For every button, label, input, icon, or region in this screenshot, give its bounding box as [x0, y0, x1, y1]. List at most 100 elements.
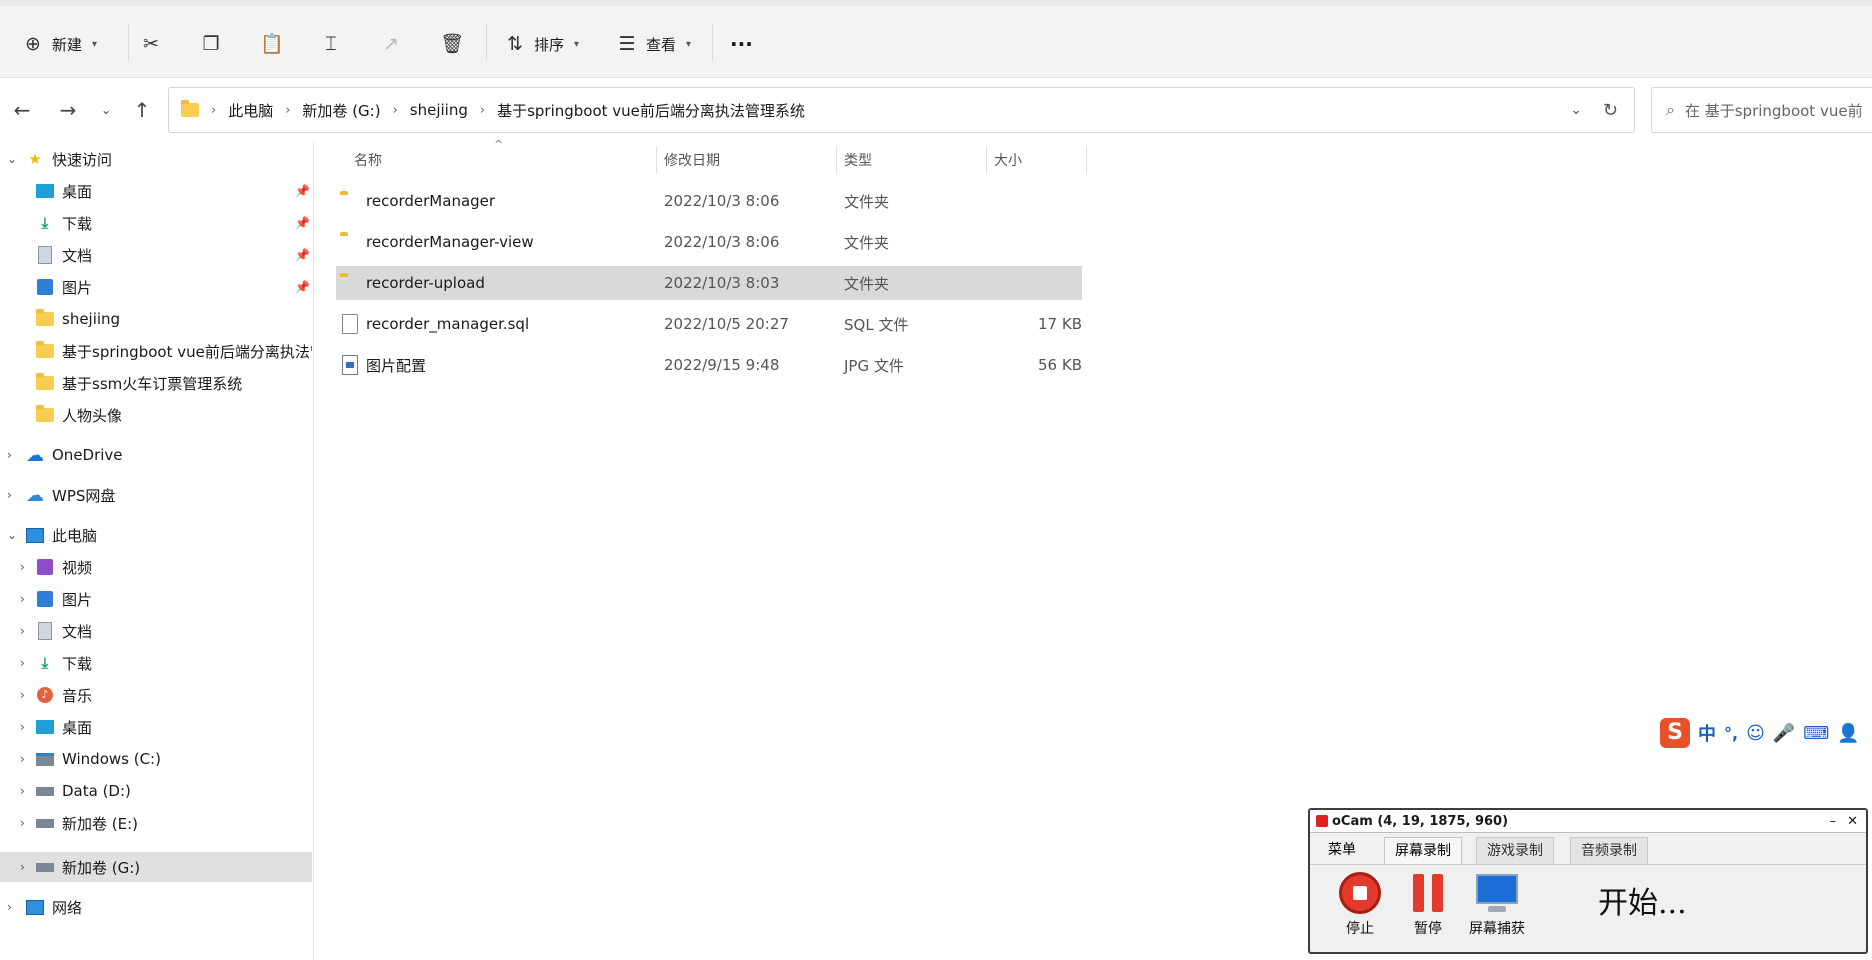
breadcrumb-this-pc[interactable]: 此电脑	[228, 100, 273, 121]
pin-icon[interactable]: 📌	[295, 280, 310, 294]
picture-icon	[36, 590, 54, 608]
sidebar-label: 下载	[62, 654, 93, 673]
punctuation-toggle[interactable]: °,	[1724, 724, 1738, 743]
column-header-name[interactable]: 名称	[354, 150, 382, 170]
delete-button[interactable]: 🗑	[440, 26, 464, 62]
sidebar-item-documents[interactable]: 文档 📌	[0, 240, 312, 270]
sidebar-label: 网络	[52, 898, 83, 917]
rename-button[interactable]: ⌶	[320, 26, 342, 62]
sidebar-item-pc-downloads[interactable]: › ⤓ 下载	[0, 648, 312, 678]
tab-audio-record[interactable]: 音频录制	[1570, 837, 1648, 865]
breadcrumb-drive-g[interactable]: 新加卷 (G:)	[302, 100, 380, 121]
folder-icon	[36, 309, 54, 328]
column-header-modified[interactable]: 修改日期	[664, 150, 720, 170]
minimize-icon[interactable]: –	[1830, 814, 1837, 829]
more-options-button[interactable]: ···	[730, 26, 753, 62]
up-button[interactable]: ↑	[128, 96, 156, 124]
sidebar-item-pictures[interactable]: 图片 📌	[0, 272, 312, 302]
sidebar-onedrive[interactable]: › ☁ OneDrive	[0, 440, 312, 470]
chevron-right-icon: ›	[211, 102, 217, 118]
recording-status: 开始...	[1598, 886, 1687, 921]
paste-button[interactable]: 📋	[260, 26, 284, 62]
back-button[interactable]: ←	[8, 96, 36, 124]
refresh-icon[interactable]: ↻	[1603, 100, 1618, 121]
sidebar-label: Windows (C:)	[62, 750, 161, 768]
close-icon[interactable]: ✕	[1847, 814, 1858, 829]
forward-button[interactable]: →	[54, 96, 82, 124]
pin-icon[interactable]: 📌	[295, 216, 310, 230]
sidebar-wps[interactable]: › ☁ WPS网盘	[0, 480, 312, 510]
copy-button[interactable]: ❐	[200, 26, 222, 62]
file-row[interactable]: recorder_manager.sql 2022/10/5 20:27 SQL…	[336, 307, 1082, 341]
sidebar-label: 音乐	[62, 686, 93, 705]
sidebar-quick-access[interactable]: ⌄ ★ 快速访问	[0, 144, 312, 174]
recent-locations-button[interactable]: ⌄	[92, 96, 120, 124]
wps-cloud-icon: ☁	[26, 484, 44, 506]
sidebar-item-downloads[interactable]: ⤓ 下载 📌	[0, 208, 312, 238]
file-date: 2022/10/3 8:06	[664, 233, 780, 251]
breadcrumb-current-folder[interactable]: 基于springboot vue前后端分离执法管理系统	[497, 100, 805, 121]
sidebar-item-pc-desktop[interactable]: › 桌面	[0, 712, 312, 742]
view-button[interactable]: ☰ 查看 ▾	[616, 26, 691, 62]
sidebar-network[interactable]: › 网络	[0, 892, 312, 922]
folder-icon	[36, 341, 54, 360]
sidebar-item-ssm-folder[interactable]: 基于ssm火车订票管理系统	[0, 368, 312, 398]
column-divider[interactable]	[986, 146, 987, 174]
ime-mode-toggle[interactable]: 中	[1698, 720, 1716, 746]
tab-screen-record[interactable]: 屏幕录制	[1384, 837, 1462, 865]
chevron-down-icon: ▾	[686, 38, 692, 50]
sogou-logo-icon[interactable]: S	[1660, 718, 1690, 748]
tab-menu[interactable]: 菜单	[1318, 837, 1366, 863]
chevron-right-icon: ›	[20, 592, 25, 606]
pin-icon[interactable]: 📌	[295, 248, 310, 262]
cut-button[interactable]: ✂	[140, 26, 162, 62]
sidebar-item-drive-c[interactable]: › Windows (C:)	[0, 744, 312, 774]
file-type: SQL 文件	[844, 315, 909, 334]
sidebar-item-music[interactable]: › ♪ 音乐	[0, 680, 312, 710]
column-header-size[interactable]: 大小	[994, 150, 1022, 170]
user-icon[interactable]: 👤	[1837, 723, 1859, 744]
sidebar-label: 新加卷 (G:)	[62, 858, 141, 877]
column-header-type[interactable]: 类型	[844, 150, 872, 170]
file-row[interactable]: recorder-upload 2022/10/3 8:03 文件夹	[336, 266, 1082, 300]
folder-icon	[181, 100, 199, 117]
column-divider[interactable]	[836, 146, 837, 174]
video-icon	[36, 558, 54, 576]
ocam-titlebar[interactable]: oCam (4, 19, 1875, 960) – ✕	[1310, 810, 1866, 833]
share-button[interactable]: ↗	[380, 26, 402, 62]
search-box[interactable]: ⌕ 在 基于springboot vue前	[1651, 87, 1872, 133]
emoji-icon[interactable]: ☺	[1746, 723, 1765, 744]
breadcrumb-shejiing[interactable]: shejiing	[410, 101, 468, 119]
sidebar-item-drive-g[interactable]: › 新加卷 (G:)	[0, 852, 312, 882]
plus-circle-icon: ⊕	[25, 33, 41, 55]
sidebar-item-pc-pictures[interactable]: › 图片	[0, 584, 312, 614]
column-divider[interactable]	[1086, 146, 1087, 174]
sidebar-item-pc-documents[interactable]: › 文档	[0, 616, 312, 646]
stop-button[interactable]: 停止	[1328, 872, 1392, 938]
file-row[interactable]: recorderManager-view 2022/10/3 8:06 文件夹	[336, 225, 1082, 259]
new-button[interactable]: ⊕ 新建 ▾	[22, 26, 97, 62]
file-row[interactable]: recorderManager 2022/10/3 8:06 文件夹	[336, 184, 1082, 218]
sidebar-item-avatar-folder[interactable]: 人物头像	[0, 400, 312, 430]
keyboard-icon[interactable]: ⌨	[1803, 723, 1829, 744]
tab-game-record[interactable]: 游戏录制	[1476, 837, 1554, 865]
sort-button[interactable]: ⇅ 排序 ▾	[504, 26, 579, 62]
sidebar-item-drive-d[interactable]: › Data (D:)	[0, 776, 312, 806]
microphone-icon[interactable]: 🎤	[1773, 723, 1795, 744]
pin-icon[interactable]: 📌	[295, 184, 310, 198]
address-bar[interactable]: › 此电脑 › 新加卷 (G:) › shejiing › 基于springbo…	[168, 87, 1635, 133]
screen-capture-button[interactable]: 屏幕捕获	[1460, 872, 1534, 938]
monitor-icon	[1474, 872, 1520, 914]
sidebar-item-desktop[interactable]: 桌面 📌	[0, 176, 312, 206]
pause-button[interactable]: 暂停	[1396, 872, 1460, 938]
sidebar-item-drive-e[interactable]: › 新加卷 (E:)	[0, 808, 312, 838]
sidebar-this-pc[interactable]: ⌄ 此电脑	[0, 520, 312, 550]
stop-icon	[1339, 872, 1381, 914]
sidebar-item-shejiing[interactable]: shejiing	[0, 304, 312, 334]
sidebar-item-videos[interactable]: › 视频	[0, 552, 312, 582]
desktop-icon	[36, 718, 54, 736]
sidebar-item-springboot-folder[interactable]: 基于springboot vue前后端分离执法管理系统	[0, 336, 312, 366]
address-history-chevron-icon[interactable]: ⌄	[1570, 102, 1582, 118]
column-divider[interactable]	[656, 146, 657, 174]
file-row[interactable]: 图片配置 2022/9/15 9:48 JPG 文件 56 KB	[336, 348, 1082, 382]
